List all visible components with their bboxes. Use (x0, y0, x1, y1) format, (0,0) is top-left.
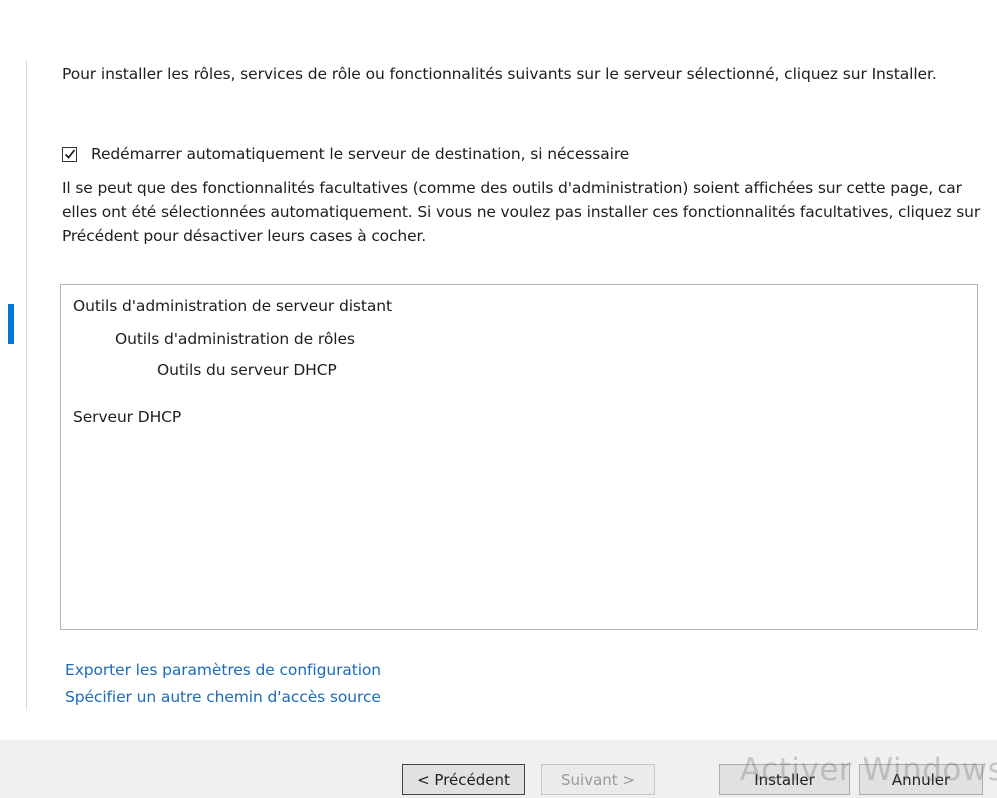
nav-selection-indicator (8, 304, 14, 344)
restart-label[interactable]: Redémarrer automatiquement le serveur de… (91, 143, 629, 165)
restart-checkbox[interactable] (62, 146, 77, 162)
alternate-source-link[interactable]: Spécifier un autre chemin d'accès source (65, 686, 381, 708)
restart-option[interactable]: Redémarrer automatiquement le serveur de… (62, 143, 629, 165)
optional-features-note: Il se peut que des fonctionnalités facul… (62, 179, 981, 245)
features-list: Outils d'administration de serveur dista… (60, 284, 978, 630)
feature-item: Outils d'administration de rôles (115, 330, 355, 348)
checkmark-icon (64, 149, 75, 159)
wizard-content: Pour installer les rôles, services de rô… (0, 0, 997, 740)
button-bar: < Précédent Suivant > Installer Annuler … (0, 740, 997, 798)
feature-item: Serveur DHCP (73, 408, 182, 426)
install-button[interactable]: Installer (719, 764, 850, 795)
intro-text: Pour installer les rôles, services de rô… (62, 65, 937, 83)
divider (26, 60, 27, 710)
feature-item: Outils du serveur DHCP (157, 361, 337, 379)
feature-item: Outils d'administration de serveur dista… (73, 297, 392, 315)
cancel-button[interactable]: Annuler (859, 764, 983, 795)
next-button[interactable]: Suivant > (541, 764, 655, 795)
previous-button[interactable]: < Précédent (402, 764, 525, 795)
export-settings-link[interactable]: Exporter les paramètres de configuration (65, 659, 381, 681)
